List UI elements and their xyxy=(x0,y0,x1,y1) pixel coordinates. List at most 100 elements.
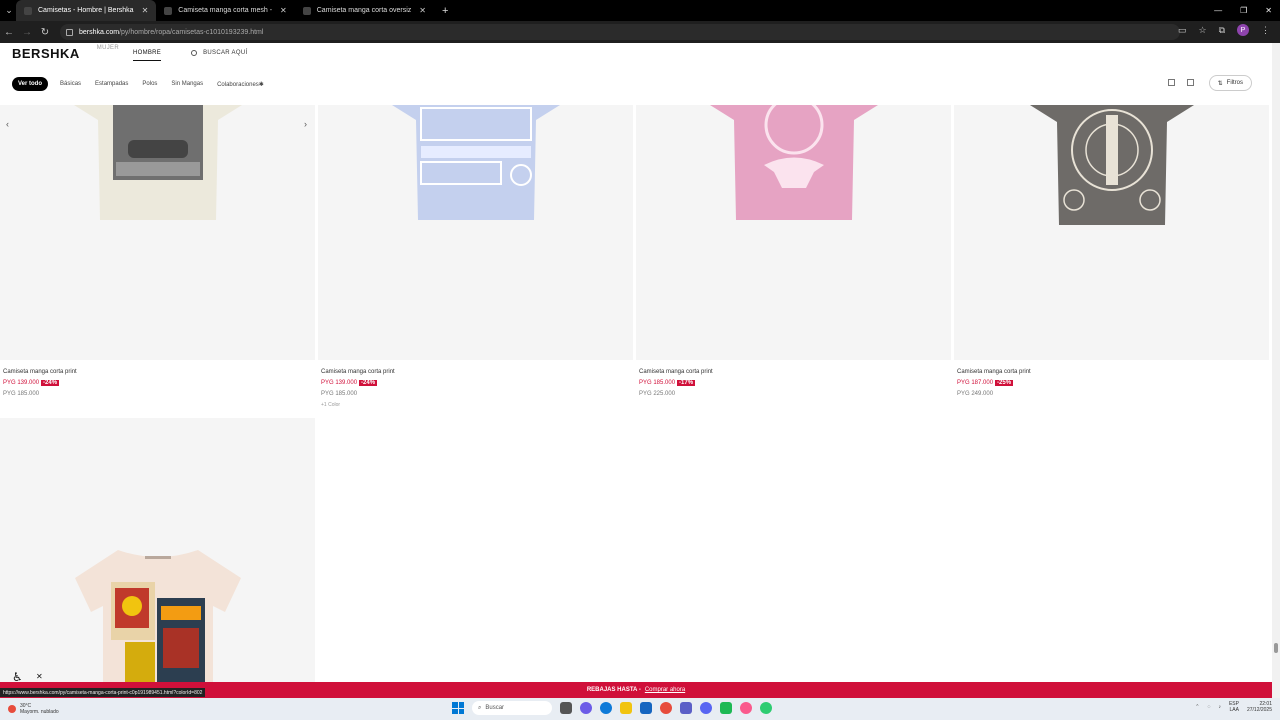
new-tab-icon[interactable]: + xyxy=(442,5,448,17)
language-indicator[interactable]: ESP LAA xyxy=(1229,701,1239,713)
site-header: BERSHKA MUJER HOMBRE BUSCAR AQUÍ xyxy=(0,43,1272,63)
close-window-icon[interactable]: ✕ xyxy=(1265,6,1272,15)
sale-price: PYG 185.000 xyxy=(639,380,676,386)
product-image[interactable] xyxy=(954,105,1269,360)
next-image-icon[interactable]: › xyxy=(304,119,307,129)
top-nav: MUJER HOMBRE xyxy=(97,45,162,61)
tshirt-image xyxy=(1029,105,1194,225)
product-image[interactable]: ‹ › xyxy=(0,105,315,360)
search-label: BUSCAR AQUÍ xyxy=(203,50,248,56)
minimize-icon[interactable]: — xyxy=(1214,6,1222,15)
site-info-icon[interactable] xyxy=(66,28,73,36)
close-accessibility-icon[interactable]: ✕ xyxy=(36,672,43,681)
chrome-profile-icon[interactable] xyxy=(760,702,772,714)
taskbar-apps: ⌕ Buscar xyxy=(452,701,772,715)
restore-icon[interactable]: ❐ xyxy=(1240,6,1247,15)
reload-icon[interactable]: ↻ xyxy=(36,27,54,38)
bookmark-star-icon[interactable]: ☆ xyxy=(1198,25,1206,36)
app-icon[interactable] xyxy=(720,702,732,714)
shop-now-link[interactable]: Comprar ahora xyxy=(645,687,685,693)
tab-search-icon[interactable]: ⌄ xyxy=(2,0,16,21)
clock[interactable]: 22:01 27/12/2025 xyxy=(1247,701,1272,713)
chip-estampadas[interactable]: Estampadas xyxy=(95,81,128,87)
chip-polos[interactable]: Polos xyxy=(142,81,157,87)
address-bar-row: ← → ↻ bershka.com /py/hombre/ropa/camise… xyxy=(0,21,1280,43)
close-tab-icon[interactable]: ✕ xyxy=(142,6,149,15)
nav-hombre[interactable]: HOMBRE xyxy=(132,50,162,61)
back-icon[interactable]: ← xyxy=(0,27,18,38)
search-field[interactable]: BUSCAR AQUÍ xyxy=(191,50,247,56)
music-icon[interactable] xyxy=(740,702,752,714)
single-column-view-icon[interactable] xyxy=(1168,79,1175,86)
sliders-icon: ⇅ xyxy=(1217,80,1223,87)
address-bar-icons: ▭ ☆ ⧉ P ⋮ xyxy=(1178,24,1270,36)
task-view-icon[interactable] xyxy=(560,702,572,714)
teams-icon[interactable] xyxy=(680,702,692,714)
copilot-icon[interactable] xyxy=(580,702,592,714)
url-host: bershka.com xyxy=(79,28,120,36)
scrollbar-thumb[interactable] xyxy=(1274,643,1278,653)
browser-tab-2[interactable]: Camiseta manga corta mesh - ✕ xyxy=(156,0,294,21)
more-colors-label[interactable]: +1 Color xyxy=(321,400,395,411)
url-input[interactable]: bershka.com /py/hombre/ropa/camisetas-c1… xyxy=(60,24,1180,40)
tab-title: Camiseta manga corta mesh - xyxy=(178,7,273,14)
prev-image-icon[interactable]: ‹ xyxy=(6,119,9,129)
discount-badge: -25% xyxy=(995,380,1014,386)
chip-sin-mangas[interactable]: Sin Mangas xyxy=(171,81,203,87)
product-card[interactable]: Camiseta manga corta print PYG 185.000 -1… xyxy=(636,105,951,415)
volume-icon[interactable]: ♪ xyxy=(1218,704,1221,710)
bershka-favicon-icon xyxy=(164,6,173,15)
store-icon[interactable] xyxy=(640,702,652,714)
product-image[interactable] xyxy=(318,105,633,360)
menu-icon[interactable]: ⋮ xyxy=(1261,25,1270,36)
product-card[interactable]: Camiseta manga corta print PYG 187.000 -2… xyxy=(954,105,1269,415)
bershka-logo[interactable]: BERSHKA xyxy=(12,46,80,61)
forward-icon[interactable]: → xyxy=(18,27,36,38)
discord-icon[interactable] xyxy=(700,702,712,714)
product-info: Camiseta manga corta print PYG 185.000 -1… xyxy=(639,367,713,400)
product-card[interactable]: ‹ › Camiseta manga corta print PYG 139.0… xyxy=(0,105,315,415)
extensions-icon[interactable]: ⧉ xyxy=(1219,25,1225,36)
nav-mujer[interactable]: MUJER xyxy=(97,45,119,61)
url-path: /py/hombre/ropa/camisetas-c1010193239.ht… xyxy=(119,28,264,36)
close-tab-icon[interactable]: ✕ xyxy=(419,6,426,15)
product-name[interactable]: Camiseta manga corta print xyxy=(321,367,395,378)
file-explorer-icon[interactable] xyxy=(620,702,632,714)
chrome-icon[interactable] xyxy=(660,702,672,714)
two-column-view-icon[interactable] xyxy=(1187,79,1194,86)
original-price: PYG 249.000 xyxy=(957,391,994,397)
tray-overflow-icon[interactable]: ⌃ xyxy=(1195,704,1199,710)
product-image[interactable] xyxy=(636,105,951,360)
browser-tab-1[interactable]: Camisetas - Hombre | Bershka ✕ xyxy=(16,0,157,21)
lang-layout: LAA xyxy=(1229,707,1239,713)
weather-desc: Mayorm. nublado xyxy=(20,709,59,715)
taskbar-search[interactable]: ⌕ Buscar xyxy=(472,701,552,715)
filters-button[interactable]: ⇅ Filtros xyxy=(1208,75,1252,91)
cast-icon[interactable]: ▭ xyxy=(1178,25,1187,36)
product-name[interactable]: Camiseta manga corta print xyxy=(957,367,1031,378)
chip-colaboraciones[interactable]: Colaboraciones✱ xyxy=(217,81,264,88)
product-name[interactable]: Camiseta manga corta print xyxy=(639,367,713,378)
sale-price: PYG 139.000 xyxy=(3,380,40,386)
windows-start-icon[interactable] xyxy=(452,702,464,714)
profile-avatar[interactable]: P xyxy=(1237,24,1249,36)
network-icon[interactable]: ◌ xyxy=(1207,704,1210,710)
chip-basicas[interactable]: Básicas xyxy=(60,81,81,87)
system-tray: ⌃ ◌ ♪ ESP LAA 22:01 27/12/2025 xyxy=(1195,701,1272,713)
product-card[interactable]: Camiseta manga corta print PYG 139.000 -2… xyxy=(318,105,633,415)
chip-ver-todo[interactable]: Ver todo xyxy=(12,77,49,91)
product-info: Camiseta manga corta print PYG 187.000 -2… xyxy=(957,367,1031,400)
edge-icon[interactable] xyxy=(600,702,612,714)
search-icon xyxy=(191,50,198,56)
product-image[interactable] xyxy=(0,418,315,682)
product-name[interactable]: Camiseta manga corta print xyxy=(3,367,77,378)
product-info: Camiseta manga corta print PYG 139.000 -2… xyxy=(321,367,395,411)
close-tab-icon[interactable]: ✕ xyxy=(280,6,287,15)
product-info: Camiseta manga corta print PYG 139.000 -2… xyxy=(3,367,77,400)
windows-taskbar: 30°C Mayorm. nublado ⌕ Buscar ⌃ ◌ ♪ ESP … xyxy=(0,698,1280,720)
browser-tab-3[interactable]: Camiseta manga corta oversiz ✕ xyxy=(295,0,434,21)
tshirt-image xyxy=(709,105,878,220)
page-scrollbar[interactable] xyxy=(1272,43,1280,698)
product-card[interactable] xyxy=(0,418,315,682)
weather-widget[interactable]: 30°C Mayorm. nublado xyxy=(8,703,59,715)
